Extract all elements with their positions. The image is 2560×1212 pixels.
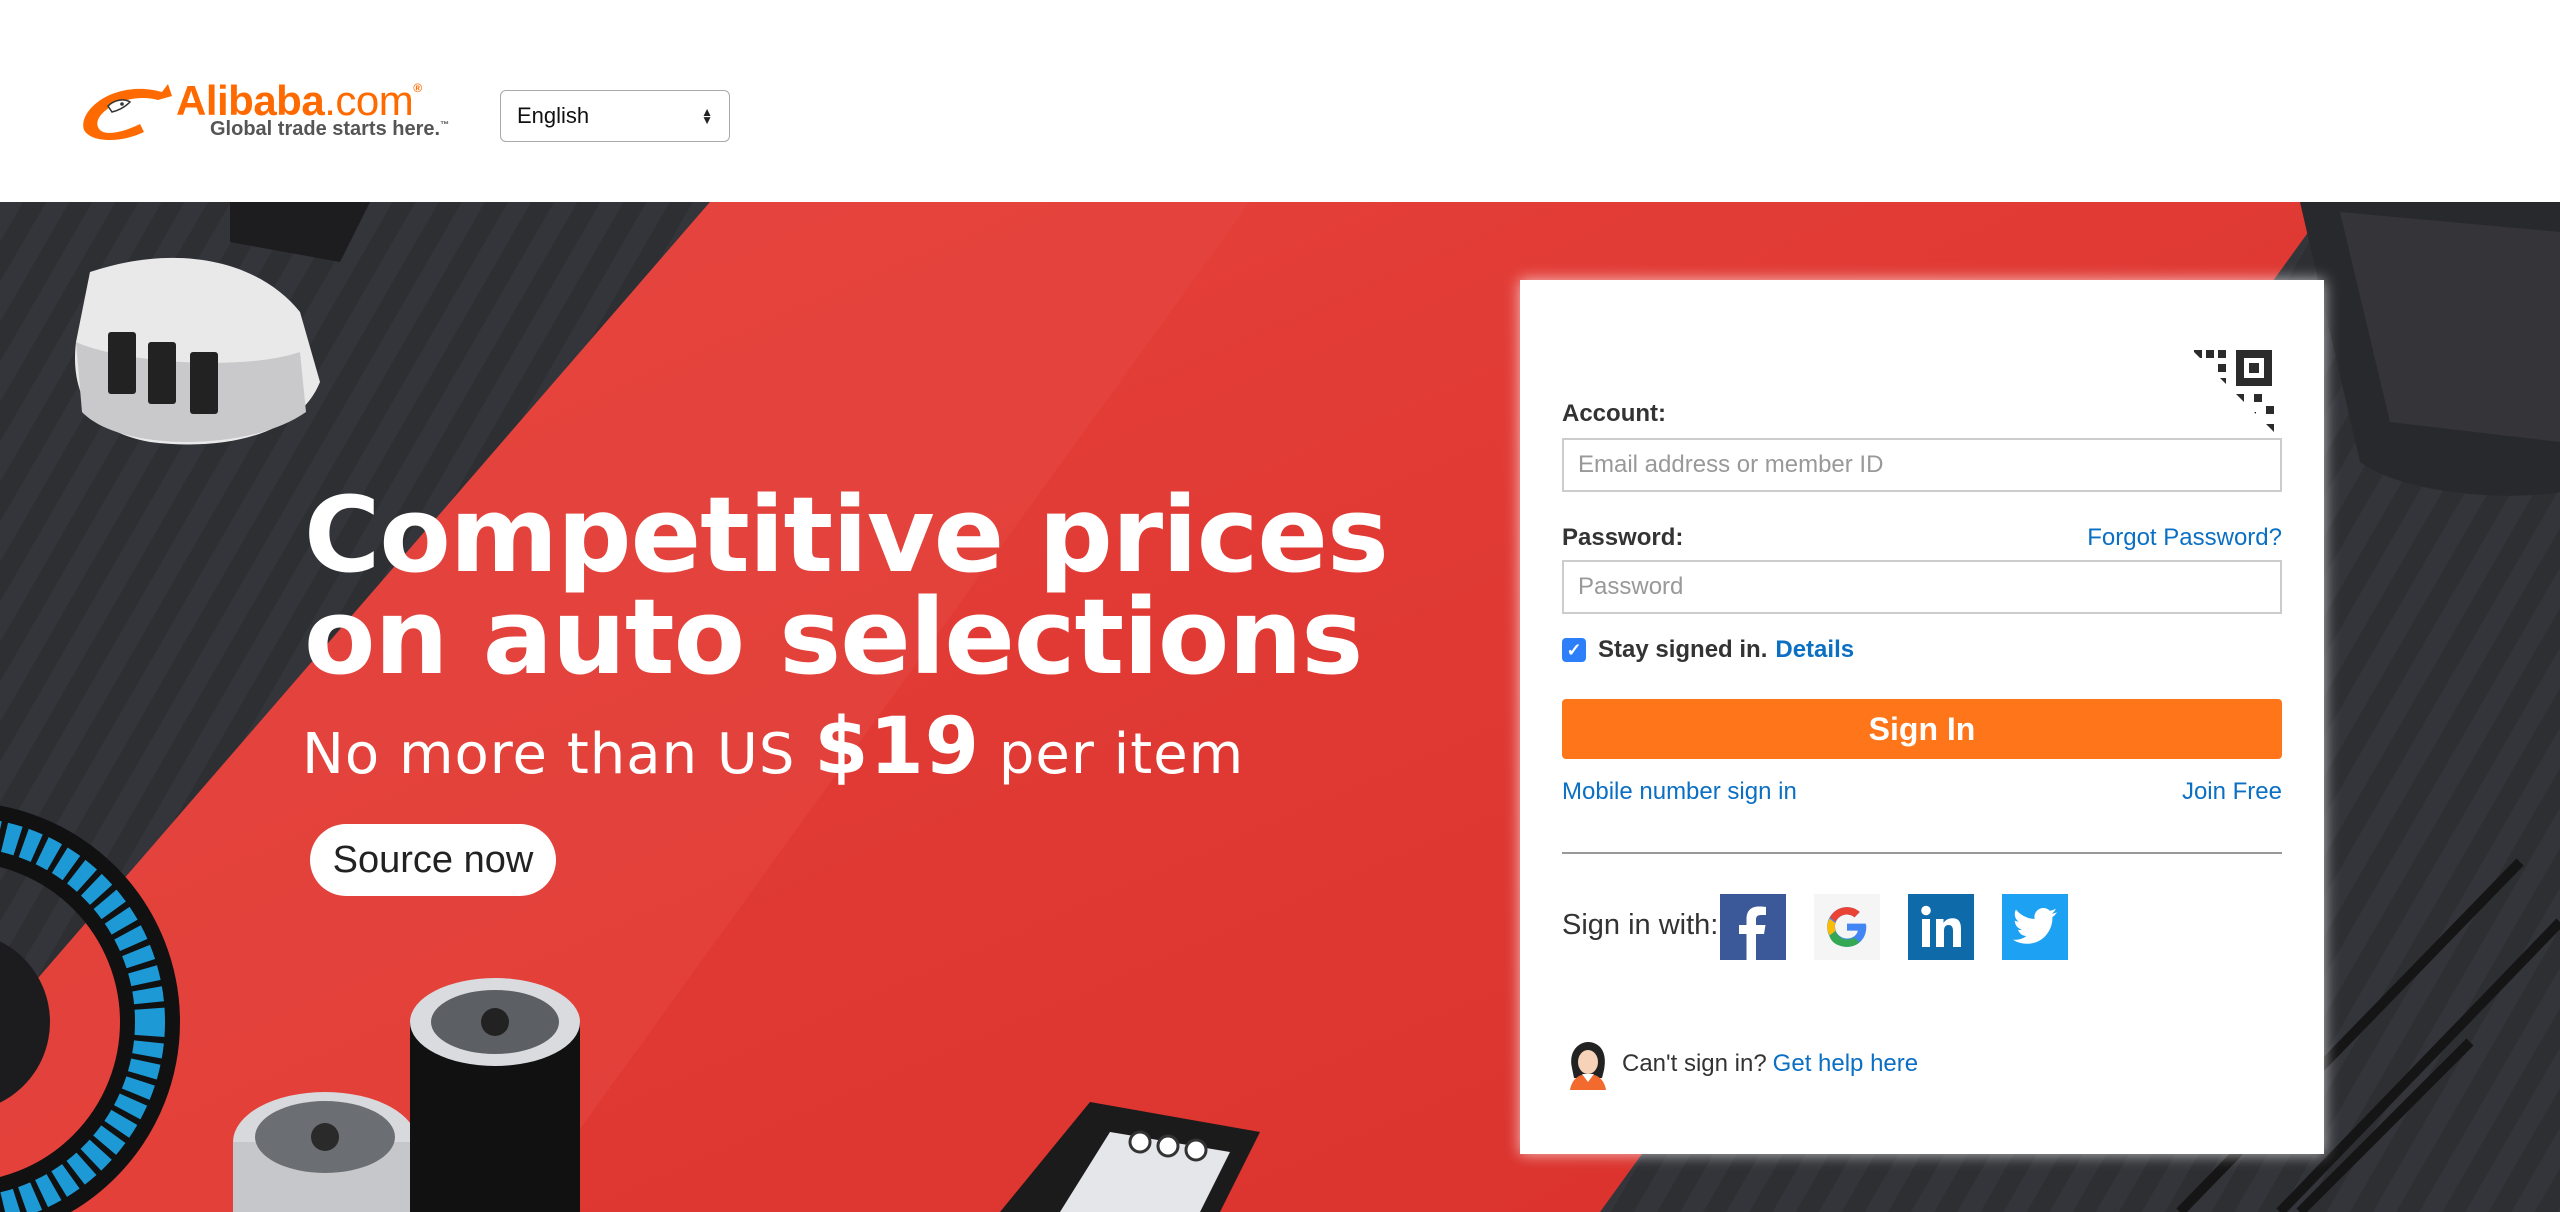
sign-in-panel: Account: Email address or member ID Pass… [1520,280,2324,1154]
password-input-placeholder: Password [1578,573,1684,600]
alibaba-logo[interactable]: Alibaba.com® Global trade starts here.™ [78,78,458,144]
account-input[interactable]: Email address or member ID [1562,438,2282,492]
google-icon [1827,907,1867,947]
mobile-sign-in-link[interactable]: Mobile number sign in [1562,778,1797,806]
hero-banner: Competitive prices on auto selections No… [0,202,2560,1212]
facebook-icon [1739,906,1766,960]
logo-wordmark: Alibaba.com® [176,77,422,124]
divider [1562,852,2282,854]
account-label: Account: [1562,400,1666,427]
hero-headline: Competitive prices on auto selections [304,474,1404,698]
password-label: Password: [1562,524,1684,551]
help-row: Can't sign in? Get help here [1562,1038,1918,1090]
linkedin-sign-in-button[interactable] [1908,894,1974,960]
page-header: Alibaba.com® Global trade starts here.™ … [0,0,2560,202]
select-arrows-icon: ▲ ▼ [701,105,713,127]
details-link[interactable]: Details [1775,636,1854,664]
get-help-link[interactable]: Get help here [1773,1050,1918,1078]
account-input-placeholder: Email address or member ID [1578,451,1884,478]
alibaba-logo-mark-icon [83,84,172,140]
sign-in-button[interactable]: Sign In [1562,699,2282,759]
stay-signed-in-checkbox[interactable]: ✓ [1562,638,1586,662]
facebook-sign-in-button[interactable] [1720,894,1786,960]
join-free-link[interactable]: Join Free [2182,778,2282,806]
hero-headline-line1: Competitive prices [304,474,1389,596]
stay-signed-in-row: ✓ Stay signed in. Details [1562,636,1854,664]
language-select-value: English [517,103,590,128]
hero-subline: No more than US $19 per item [302,702,1245,792]
support-agent-avatar-icon [1570,1042,1606,1090]
google-sign-in-button[interactable] [1814,894,1880,960]
linkedin-icon [1921,905,1961,947]
stay-signed-in-label: Stay signed in. [1598,636,1768,663]
help-prefix-text: Can't sign in? [1622,1050,1767,1077]
qr-code-icon[interactable] [2188,346,2280,438]
forgot-password-link[interactable]: Forgot Password? [2087,524,2282,552]
source-now-button[interactable]: Source now [310,824,556,896]
hero-price: $19 [814,702,981,792]
twitter-icon [2013,908,2057,944]
logo-tagline: Global trade starts here.™ [210,118,450,140]
twitter-sign-in-button[interactable] [2002,894,2068,960]
hero-headline-line2: on auto selections [304,576,1363,698]
language-select[interactable]: English ▲ ▼ [500,90,730,142]
sign-in-with-label: Sign in with: [1562,909,1719,941]
password-input[interactable]: Password [1562,560,2282,614]
